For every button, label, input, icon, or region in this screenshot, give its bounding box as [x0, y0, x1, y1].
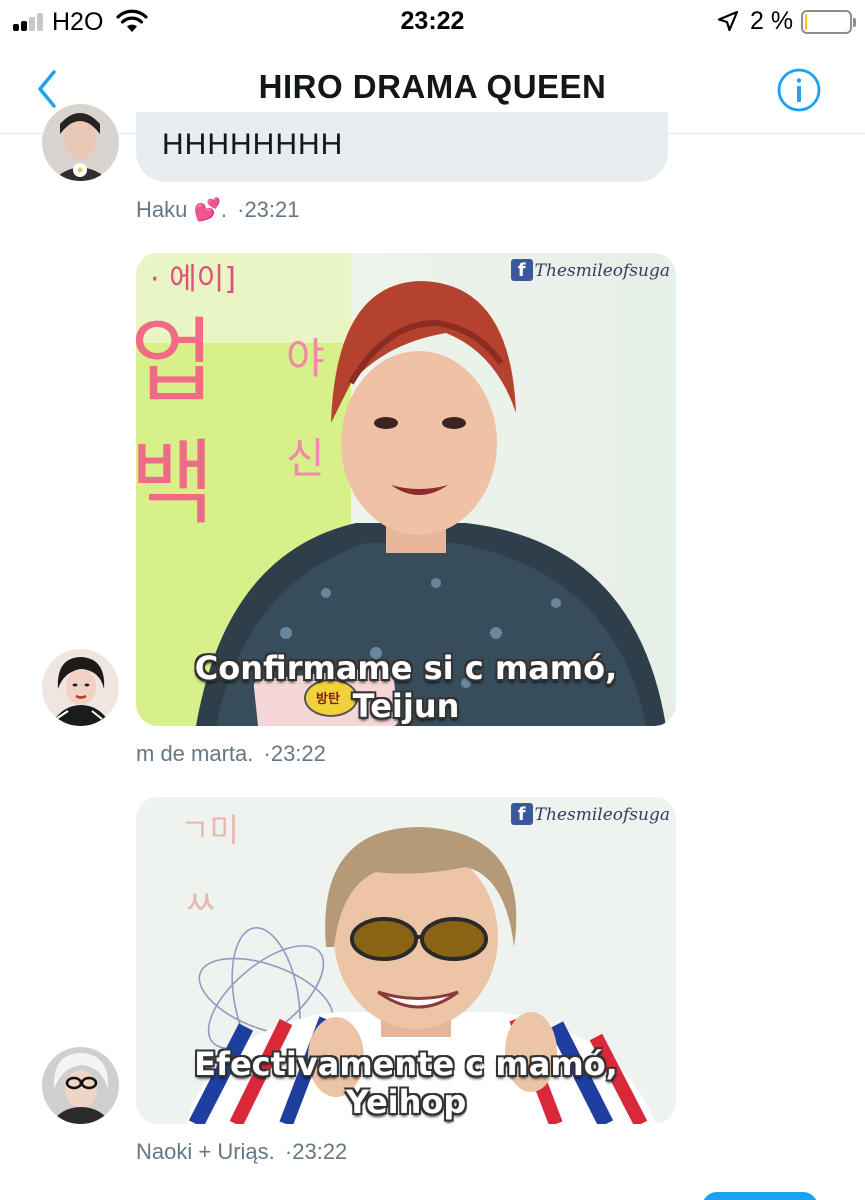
- meme-caption: Efectivamente c mamó, Yeihop: [194, 1045, 618, 1121]
- battery-fill: [805, 14, 807, 30]
- message-bubble[interactable]: HHHHHHHH: [136, 112, 668, 182]
- message-time: 23:21: [244, 197, 300, 222]
- avatar[interactable]: [42, 104, 119, 181]
- avatar-image-haku: [42, 104, 119, 181]
- status-bar: H2O 23:22 2 %: [0, 0, 865, 44]
- sender-name: m de marta.: [136, 741, 254, 766]
- message-image[interactable]: · 에이] 업 백 야 신 방탄 f Thesmileofsuga Confirm…: [136, 253, 676, 726]
- info-icon[interactable]: [776, 67, 822, 113]
- conversation-title: HIRO DRAMA QUEEN: [258, 68, 607, 105]
- avatar-image-naoki: [42, 1047, 119, 1124]
- svg-text:신: 신: [286, 434, 325, 483]
- image-watermark: f Thesmileofsuga: [510, 259, 670, 281]
- svg-text:야: 야: [286, 334, 325, 383]
- message-time: 23:22: [292, 1139, 348, 1164]
- outgoing-message-edge[interactable]: [702, 1192, 818, 1200]
- avatar[interactable]: [42, 1047, 119, 1124]
- svg-text:백: 백: [136, 430, 215, 537]
- sender-name: Naoki + Uriąs.: [136, 1139, 275, 1164]
- meta-separator: ·: [263, 741, 271, 766]
- meme-caption: Confirmame si c mamó, Teijun: [194, 649, 618, 725]
- svg-text:ㄱ미: ㄱ미: [180, 811, 239, 849]
- svg-text:ㅆ: ㅆ: [184, 883, 217, 924]
- svg-text:업: 업: [136, 308, 215, 415]
- battery-percent: 2 %: [750, 7, 794, 35]
- battery-icon: [801, 10, 856, 34]
- message-meta: Naoki + Uriąs. ·23:22: [136, 1139, 347, 1165]
- message-meta: Haku 💕. ·23:21: [136, 197, 300, 223]
- svg-text:· 에이]: · 에이]: [150, 262, 236, 297]
- facebook-icon: f: [510, 259, 533, 281]
- message-meta: m de marta. ·23:22: [136, 741, 326, 767]
- location-arrow-icon: [717, 10, 739, 32]
- message-text: HHHHHHHH: [162, 128, 344, 161]
- message-image[interactable]: ㄱ미 ㅆ f Thesmileofsuga Efectivamente c mam…: [136, 797, 676, 1124]
- facebook-icon: f: [510, 803, 533, 825]
- avatar[interactable]: [42, 649, 119, 726]
- image-watermark: f Thesmileofsuga: [510, 803, 670, 825]
- message-time: 23:22: [270, 741, 326, 766]
- sender-name: Haku 💕.: [136, 197, 227, 222]
- avatar-image-marta: [42, 649, 119, 726]
